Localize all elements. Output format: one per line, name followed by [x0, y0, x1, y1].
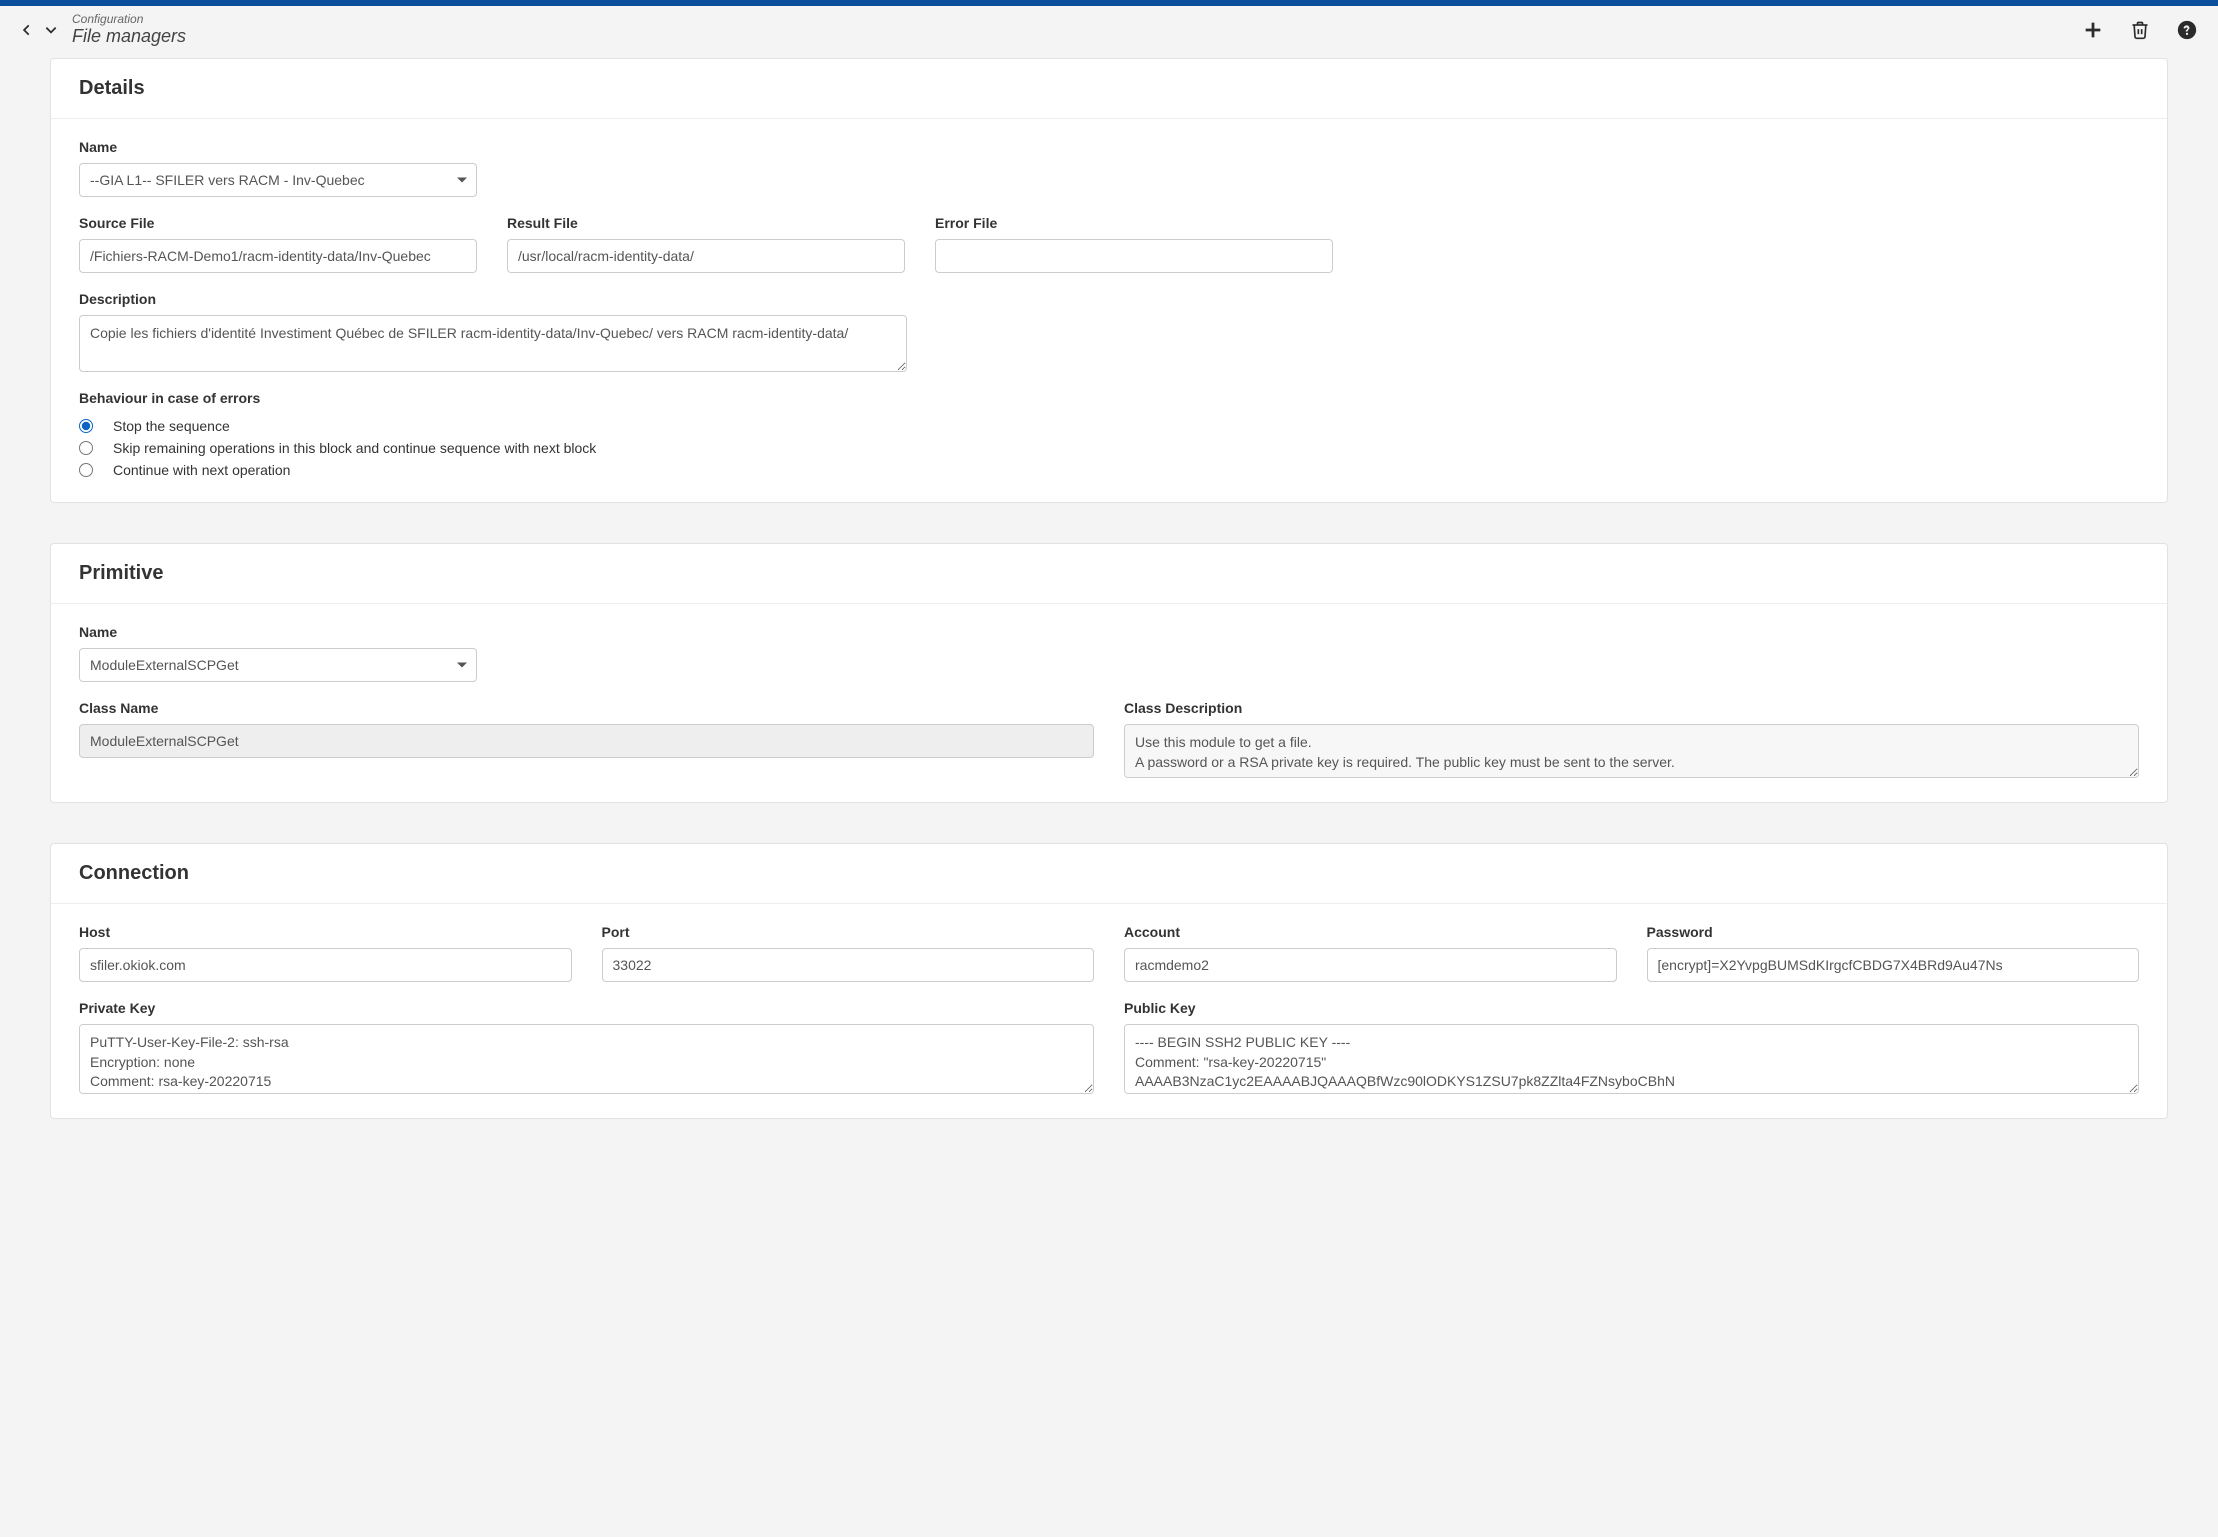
- behaviour-radio-skip-label: Skip remaining operations in this block …: [113, 440, 596, 456]
- details-panel: Details Name --GIA L1-- SFILER vers RACM…: [50, 58, 2168, 503]
- behaviour-radio-continue-input[interactable]: [79, 463, 93, 477]
- class-name-label: Class Name: [79, 700, 1094, 716]
- result-file-input[interactable]: [507, 239, 905, 273]
- description-label: Description: [79, 291, 907, 307]
- help-icon[interactable]: [2176, 19, 2198, 41]
- behaviour-radio-continue-label: Continue with next operation: [113, 462, 290, 478]
- class-name-input: [79, 724, 1094, 758]
- account-label: Account: [1124, 924, 1617, 940]
- error-file-label: Error File: [935, 215, 1333, 231]
- class-desc-textarea[interactable]: [1124, 724, 2139, 778]
- back-icon[interactable]: [20, 23, 34, 37]
- name-select[interactable]: --GIA L1-- SFILER vers RACM - Inv-Quebec: [79, 163, 477, 197]
- behaviour-radio-continue[interactable]: Continue with next operation: [79, 462, 2139, 478]
- password-label: Password: [1647, 924, 2140, 940]
- chevron-down-icon[interactable]: [44, 23, 58, 37]
- source-file-input[interactable]: [79, 239, 477, 273]
- description-textarea[interactable]: [79, 315, 907, 372]
- primitive-name-label: Name: [79, 624, 477, 640]
- trash-icon[interactable]: [2130, 19, 2150, 41]
- connection-panel: Connection Host Port Account Password: [50, 843, 2168, 1119]
- private-key-label: Private Key: [79, 1000, 1094, 1016]
- public-key-label: Public Key: [1124, 1000, 2139, 1016]
- behaviour-radio-skip-input[interactable]: [79, 441, 93, 455]
- port-label: Port: [602, 924, 1095, 940]
- error-file-input[interactable]: [935, 239, 1333, 273]
- public-key-textarea[interactable]: [1124, 1024, 2139, 1094]
- behaviour-radio-stop-input[interactable]: [79, 419, 93, 433]
- behaviour-radio-skip[interactable]: Skip remaining operations in this block …: [79, 440, 2139, 456]
- primitive-panel: Primitive Name ModuleExternalSCPGet Clas…: [50, 543, 2168, 803]
- behaviour-radio-stop[interactable]: Stop the sequence: [79, 418, 2139, 434]
- private-key-textarea[interactable]: [79, 1024, 1094, 1094]
- primitive-name-select[interactable]: ModuleExternalSCPGet: [79, 648, 477, 682]
- host-input[interactable]: [79, 948, 572, 982]
- class-desc-label: Class Description: [1124, 700, 2139, 716]
- account-input[interactable]: [1124, 948, 1617, 982]
- behaviour-radio-stop-label: Stop the sequence: [113, 418, 230, 434]
- behaviour-label: Behaviour in case of errors: [79, 390, 2139, 406]
- source-file-label: Source File: [79, 215, 477, 231]
- password-input[interactable]: [1647, 948, 2140, 982]
- port-input[interactable]: [602, 948, 1095, 982]
- host-label: Host: [79, 924, 572, 940]
- page-title: File managers: [72, 26, 2082, 48]
- name-label: Name: [79, 139, 477, 155]
- connection-panel-title: Connection: [51, 844, 2167, 904]
- primitive-panel-title: Primitive: [51, 544, 2167, 604]
- result-file-label: Result File: [507, 215, 905, 231]
- add-icon[interactable]: [2082, 19, 2104, 41]
- breadcrumb: Configuration: [72, 12, 2082, 26]
- details-panel-title: Details: [51, 59, 2167, 119]
- app-header: Configuration File managers: [0, 6, 2218, 58]
